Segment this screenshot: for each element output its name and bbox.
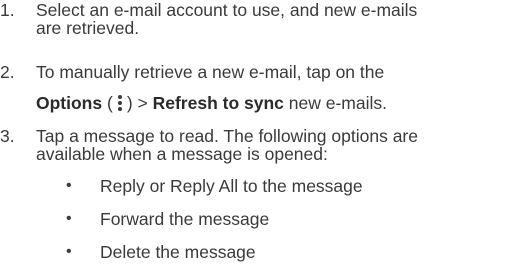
step-line: Tap a message to read. The following opt… <box>36 126 418 146</box>
bullet-symbol: • <box>66 243 72 260</box>
step-number: 2. <box>0 62 15 82</box>
step-line: Options ( ) > Refresh to sync new e-mails… <box>36 94 528 112</box>
step-line: To manually retrieve a new e-mail, tap o… <box>36 62 385 82</box>
open-paren: ( <box>106 93 113 113</box>
step-line: Select an e-mail account to use, and new… <box>36 0 418 20</box>
bullet-text: Delete the message <box>100 242 256 262</box>
step-tail: new e-mails. <box>288 93 388 113</box>
step-number: 1. <box>0 0 15 20</box>
step-text: To manually retrieve a new e-mail, tap o… <box>36 63 528 112</box>
step-text: Tap a message to read. The following opt… <box>36 127 528 163</box>
step-line: available when a message is opened: <box>36 144 328 164</box>
close-paren: ) > <box>126 93 148 113</box>
bullet-symbol: • <box>66 177 72 194</box>
options-label: Options <box>36 93 103 113</box>
bullet-text: Forward the message <box>100 209 270 229</box>
step-line: are retrieved. <box>36 18 140 38</box>
bullet-text: Reply or Reply All to the message <box>100 176 363 196</box>
bullet-symbol: • <box>66 210 72 227</box>
kebab-menu-icon <box>117 95 122 111</box>
refresh-label: Refresh to sync <box>152 93 284 113</box>
step-text: Select an e-mail account to use, and new… <box>36 1 528 37</box>
step-number: 3. <box>0 126 15 146</box>
